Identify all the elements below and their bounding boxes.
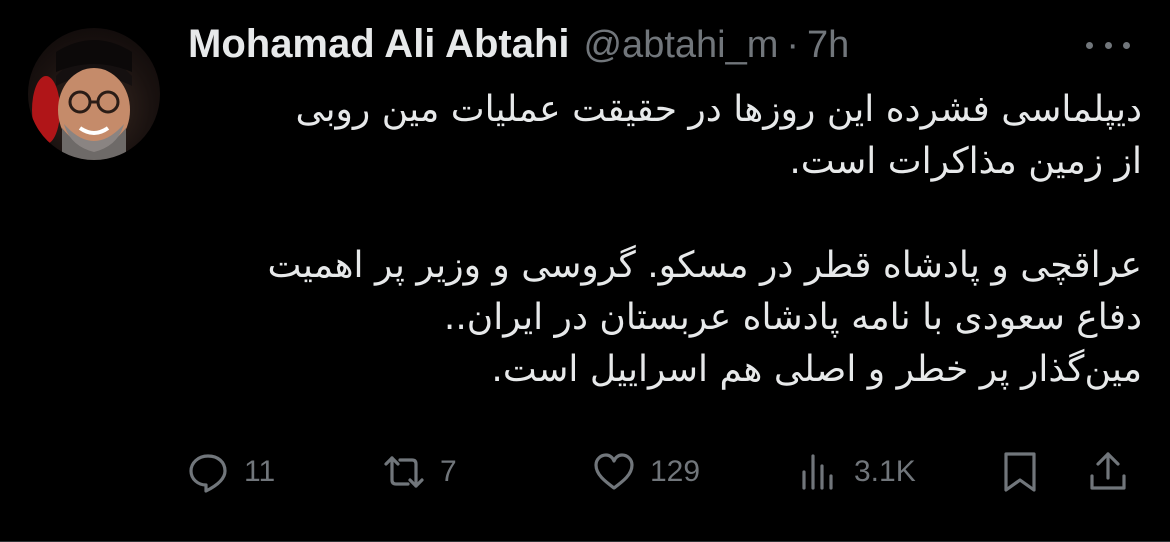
reply-icon <box>189 454 227 493</box>
tweet-text-line: دفاع سعودی با نامه پادشاه عربستان در ایر… <box>443 297 1142 338</box>
repost-icon <box>384 456 424 488</box>
bookmark-button[interactable] <box>998 450 1042 494</box>
more-options-button[interactable] <box>1086 30 1130 60</box>
author-display-name[interactable]: Mohamad Ali Abtahi <box>188 22 569 67</box>
like-count: 129 <box>650 455 701 488</box>
analytics-icon <box>802 454 833 490</box>
tweet-text-line: از زمین مذاکرات است. <box>789 141 1142 182</box>
tweet-text-line: مین‌گذار پر خطر و اصلی هم اسراییل است. <box>491 349 1142 390</box>
avatar-image <box>32 40 132 160</box>
tweet-text-line: دیپلماسی فشرده این روزها در حقیقت عملیات… <box>295 89 1142 130</box>
tweet-time[interactable]: 7h <box>807 24 849 67</box>
more-horizontal-icon <box>1104 41 1112 49</box>
repost-count: 7 <box>440 455 457 488</box>
repost-button[interactable]: 7 <box>382 450 457 494</box>
views-count: 3.1K <box>854 455 916 488</box>
tweet-text-line: عراقچی و پادشاه قطر در مسکو. گروسی و وزی… <box>267 245 1142 286</box>
share-button[interactable] <box>1086 450 1130 494</box>
more-horizontal-icon <box>1086 41 1093 49</box>
tweet-actions: 11 7 129 3.1K <box>186 446 1134 498</box>
avatar[interactable] <box>28 28 160 160</box>
author-handle[interactable]: @abtahi_m <box>583 24 778 67</box>
views-button[interactable]: 3.1K <box>796 450 916 494</box>
tweet-card[interactable]: Mohamad Ali Abtahi @abtahi_m · 7h دیپلما… <box>0 0 1170 542</box>
heart-icon <box>594 453 634 490</box>
reply-button[interactable]: 11 <box>186 450 275 494</box>
author-meta: @abtahi_m · 7h <box>583 24 849 67</box>
share-icon <box>1090 452 1126 490</box>
tweet-text: دیپلماسی فشرده این روزها در حقیقت عملیات… <box>186 84 1142 396</box>
tweet-header: Mohamad Ali Abtahi @abtahi_m · 7h <box>188 22 849 67</box>
paragraph-break <box>186 188 1142 240</box>
like-button[interactable]: 129 <box>592 450 700 494</box>
meta-separator: · <box>786 24 800 66</box>
reply-count: 11 <box>244 455 276 488</box>
bookmark-icon <box>1004 452 1036 492</box>
more-horizontal-icon <box>1123 41 1130 49</box>
